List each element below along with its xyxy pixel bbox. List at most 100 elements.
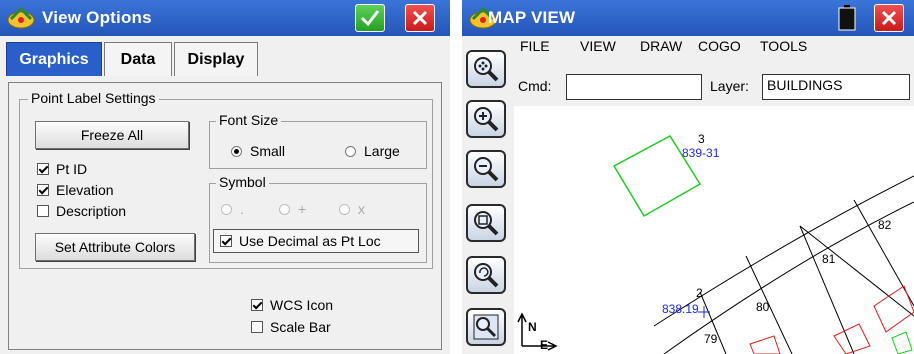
ok-button[interactable] [355,4,385,32]
east-arrow-icon [522,341,558,351]
zoom-out-button[interactable] [466,150,506,188]
symbol-plus-radio[interactable]: + [279,201,306,217]
pt-id-label: Pt ID [56,161,88,177]
road-line-inner [663,201,914,354]
app-logo-icon [7,6,35,29]
symbol-dot-radio[interactable]: . [221,201,244,217]
zoom-out-icon [474,157,499,182]
tab-graphics[interactable]: Graphics [6,42,102,76]
battery-icon [838,5,856,31]
description-label: Description [56,203,127,219]
zoom-extents-button[interactable] [466,50,506,88]
parcel-line-5 [799,225,914,317]
point-3-id: 3 [698,132,705,146]
wcs-icon-label: WCS Icon [270,297,334,313]
map-view-title-bar: MAP VIEW [462,0,914,36]
scale-bar-checkbox[interactable]: Scale Bar [251,319,331,335]
north-arrow-icon [517,312,527,346]
font-large-radio[interactable]: Large [345,143,400,159]
zoom-pan-icon [473,314,499,340]
lot-80: 80 [756,300,770,314]
zoom-in-icon [474,107,499,132]
building-green-2 [891,331,913,354]
description-checkbox-box[interactable] [37,205,49,217]
menu-view[interactable]: VIEW [580,38,616,54]
checkmark-icon [360,10,380,27]
map-view-title: MAP VIEW [488,8,576,27]
use-decimal-checkbox[interactable]: Use Decimal as Pt Loc [213,229,419,253]
point-3-desc: 839-31 [682,146,720,160]
layer-label: Layer: [710,78,749,94]
description-checkbox[interactable]: Description [37,203,126,219]
elevation-label: Elevation [56,182,114,198]
font-small-radio-button[interactable] [231,145,242,157]
elevation-checkbox[interactable]: Elevation [37,182,114,198]
parcel-line-1 [799,225,855,354]
cmd-label: Cmd: [518,78,552,94]
close-button[interactable] [874,4,904,32]
cmd-input[interactable] [566,74,702,100]
east-label: E [540,338,549,352]
symbol-x-radio[interactable]: x [339,201,365,217]
zoom-in-button[interactable] [466,100,506,138]
font-small-label: Small [250,143,286,159]
point-2-marker [698,306,710,318]
scale-bar-label: Scale Bar [270,319,331,335]
layer-input[interactable]: BUILDINGS [762,74,910,100]
wcs-icon-checkbox[interactable]: WCS Icon [251,297,333,313]
map-canvas[interactable]: 3 839-31 2 838.19 82 81 80 79 N E [514,106,914,354]
font-large-radio-button[interactable] [345,145,356,157]
wcs-icon-checkbox-box[interactable] [251,299,263,311]
graphics-tab-panel: Point Label Settings Freeze All Pt ID El… [8,82,442,350]
symbol-plus-radio-button[interactable] [279,203,290,215]
parcel-line-4 [853,199,914,307]
view-options-title-bar: View Options [0,0,450,36]
zoom-window-button[interactable] [466,204,506,242]
symbol-x-radio-button[interactable] [339,203,350,215]
menu-file[interactable]: FILE [520,38,550,54]
menu-tools[interactable]: TOOLS [760,38,807,54]
map-tool-sidebar [462,36,512,354]
zoom-previous-icon [474,263,499,288]
elevation-checkbox-box[interactable] [37,184,49,196]
font-small-radio[interactable]: Small [231,143,285,159]
symbol-dot-label: . [240,201,244,217]
point-2-desc: 838.19 [662,302,699,316]
font-size-legend: Font Size [216,112,282,128]
symbol-plus-label: + [298,201,307,217]
building-red-1 [873,285,914,333]
command-row: Cmd: Layer: BUILDINGS [514,58,914,106]
zoom-previous-button[interactable] [466,256,506,294]
tab-display[interactable]: Display [174,42,258,76]
font-large-label: Large [364,143,400,159]
map-drawing [517,135,914,354]
close-icon [412,10,428,26]
use-decimal-checkbox-box[interactable] [220,235,232,247]
scale-bar-checkbox-box[interactable] [251,321,263,333]
point-2-id: 2 [696,286,703,300]
lot-81: 81 [822,252,836,266]
close-button[interactable] [405,4,435,32]
set-attribute-colors-button[interactable]: Set Attribute Colors [35,233,195,261]
symbol-dot-radio-button[interactable] [221,203,232,215]
point-label-settings-legend: Point Label Settings [28,90,159,106]
menu-draw[interactable]: DRAW [640,38,682,54]
menu-cogo[interactable]: COGO [698,38,741,54]
zoom-window-icon [474,211,499,236]
symbol-x-label: x [358,201,365,217]
freeze-all-button[interactable]: Freeze All [35,121,189,149]
view-options-window: View Options Graphics Data Display Point… [0,0,450,354]
zoom-pan-button[interactable] [466,308,506,346]
view-options-title: View Options [42,8,152,27]
lot-82: 82 [878,218,892,232]
close-icon [881,10,897,26]
north-label: N [528,320,537,334]
tab-bar: Graphics Data Display [0,36,450,84]
building-red-3 [749,335,781,354]
symbol-legend: Symbol [216,174,269,190]
map-menu-bar: FILE VIEW DRAW COGO TOOLS [514,36,914,56]
tab-data[interactable]: Data [104,42,172,76]
pt-id-checkbox[interactable]: Pt ID [37,161,87,177]
zoom-extents-icon [474,57,499,82]
pt-id-checkbox-box[interactable] [37,163,49,175]
